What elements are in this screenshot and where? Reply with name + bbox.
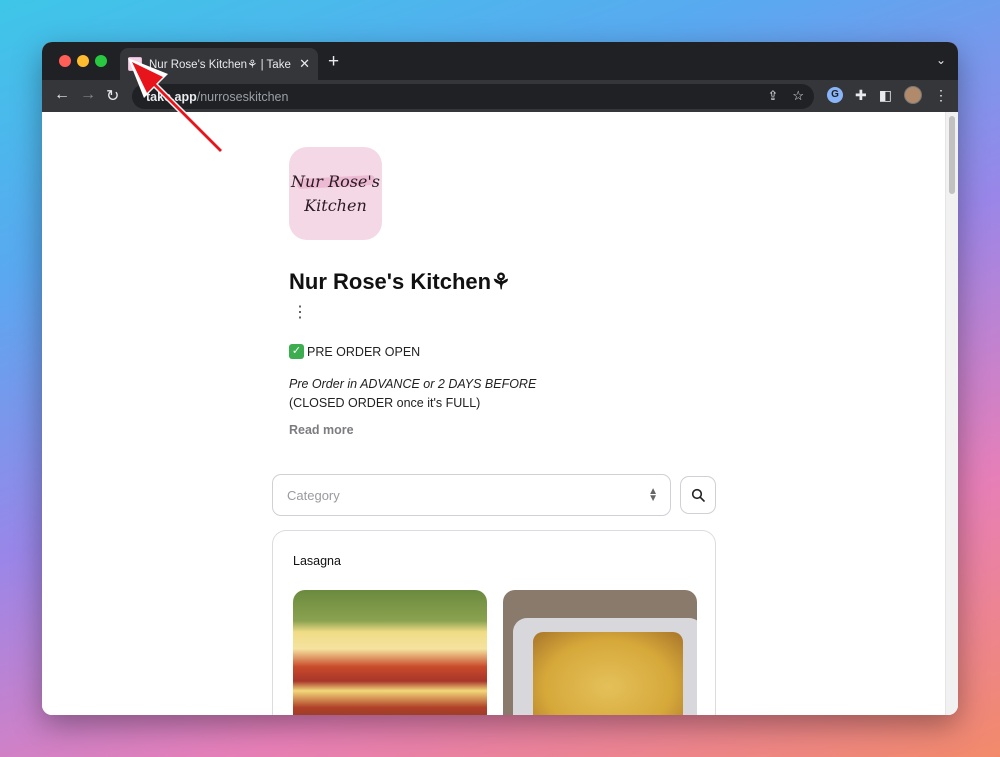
- more-options-icon[interactable]: ⋮: [292, 305, 308, 321]
- address-bar-icons: ⇪ ☆: [767, 88, 804, 104]
- forward-arrow-icon[interactable]: →: [80, 86, 96, 104]
- extension-g-icon[interactable]: G: [827, 87, 844, 103]
- side-panel-icon[interactable]: ◧: [879, 87, 892, 104]
- share-icon[interactable]: ⇪: [767, 88, 778, 104]
- kebab-menu-icon[interactable]: ⋮: [934, 87, 948, 104]
- chevron-up-down-icon: ▲ ▼: [648, 486, 658, 504]
- profile-avatar[interactable]: [904, 86, 922, 104]
- product-section-card: Lasagna: [272, 530, 716, 715]
- bookmark-star-icon[interactable]: ☆: [792, 88, 804, 104]
- extensions-puzzle-icon[interactable]: ✚: [855, 87, 867, 104]
- back-arrow-icon[interactable]: ←: [54, 86, 70, 104]
- logo-text-line1: Nur Rose's: [290, 171, 380, 191]
- description-line2: (CLOSED ORDER once it's FULL): [289, 396, 481, 410]
- category-select[interactable]: Category ▲ ▼: [272, 474, 671, 516]
- shop-name: Nur Rose's Kitchen⚘: [289, 269, 511, 294]
- page-content: Nur Rose's Kitchen Nur Rose's Kitchen⚘ ⋮…: [42, 112, 958, 715]
- reload-icon[interactable]: ↻: [106, 86, 119, 106]
- description-line1: Pre Order in ADVANCE or 2 DAYS BEFORE: [289, 377, 537, 391]
- close-window-button[interactable]: [59, 55, 71, 67]
- search-icon: [691, 488, 705, 502]
- read-more-link[interactable]: Read more: [289, 423, 354, 437]
- tab-close-icon[interactable]: ✕: [299, 56, 310, 72]
- annotation-arrow-icon: [128, 58, 224, 158]
- logo-text-line2: Kitchen: [304, 195, 367, 215]
- category-placeholder: Category: [287, 487, 340, 503]
- shop-logo: Nur Rose's Kitchen: [289, 147, 382, 240]
- scrollbar-thumb[interactable]: [949, 116, 955, 194]
- search-button[interactable]: [680, 476, 716, 514]
- maximize-window-button[interactable]: [95, 55, 107, 67]
- new-tab-plus-icon[interactable]: +: [328, 51, 339, 73]
- lasagna-in-tray: [533, 632, 683, 715]
- product-image-lasagna-2[interactable]: [503, 590, 697, 715]
- product-image-lasagna-1[interactable]: [293, 590, 487, 715]
- section-title: Lasagna: [293, 554, 341, 568]
- status-text: PRE ORDER OPEN: [307, 344, 421, 359]
- minimize-window-button[interactable]: [77, 55, 89, 67]
- toolbar-right: G ✚ ◧ ⋮: [827, 86, 948, 104]
- order-status: ✓ PRE ORDER OPEN: [289, 344, 420, 359]
- check-mark-icon: ✓: [289, 344, 304, 359]
- tab-search-chevron-icon[interactable]: ⌄: [936, 53, 946, 67]
- page-scrollbar[interactable]: [945, 112, 958, 715]
